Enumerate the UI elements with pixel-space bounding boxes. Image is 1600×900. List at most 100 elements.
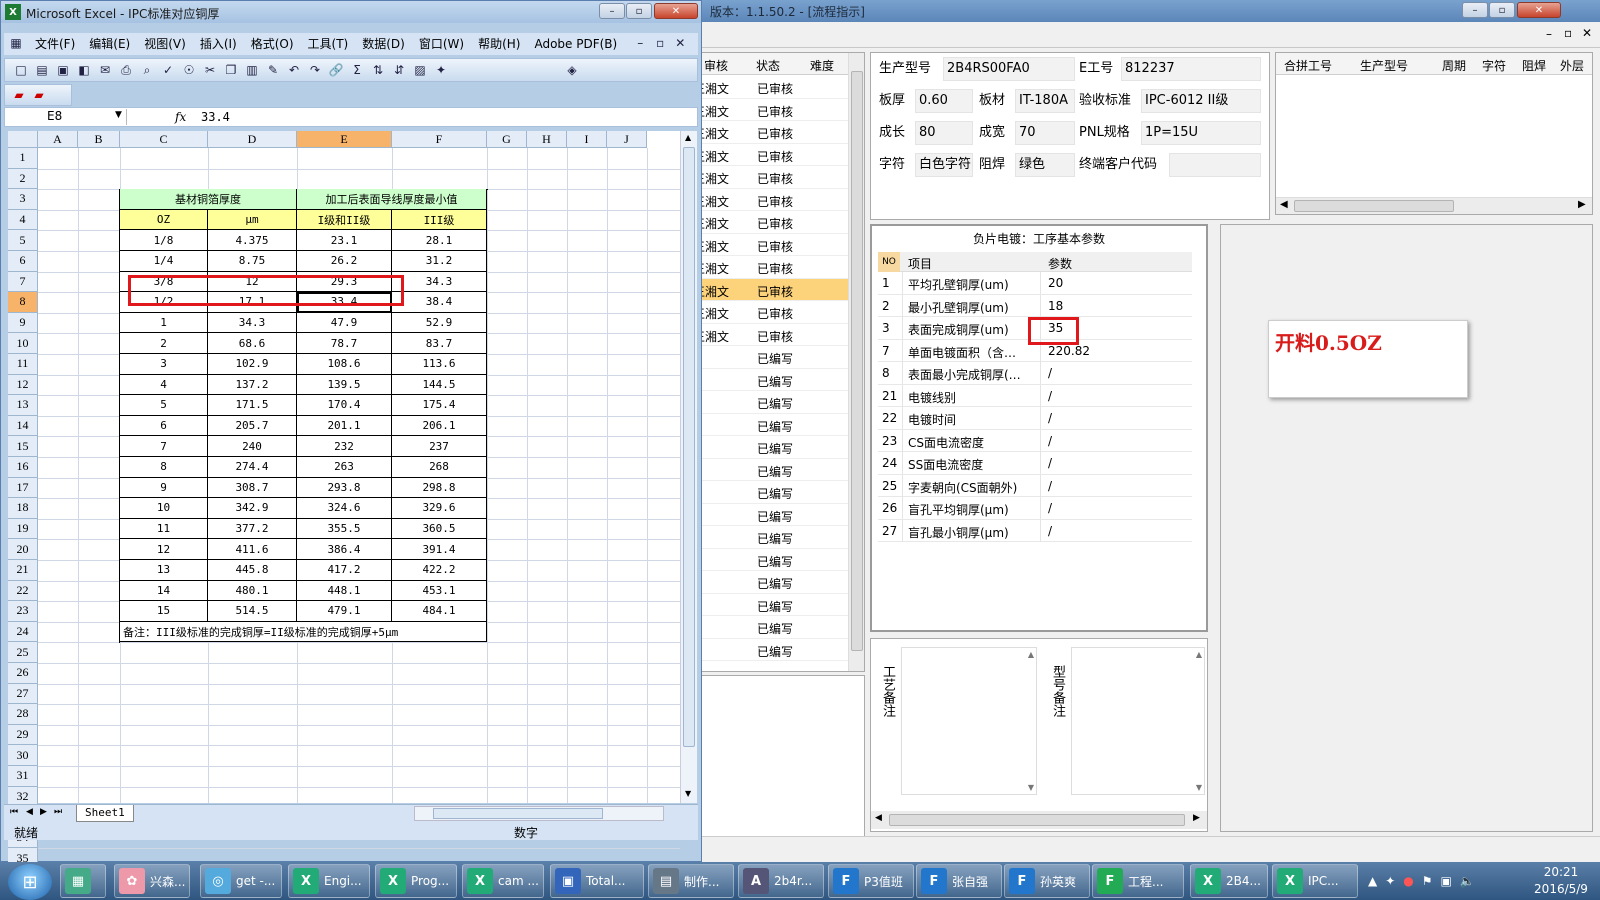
autosum-icon[interactable]: Σ — [347, 60, 367, 80]
col-merge-no[interactable]: 合拼工号 — [1284, 57, 1332, 74]
tray-volume-icon[interactable]: 🔈 — [1460, 874, 1475, 888]
taskbar-item[interactable]: F 张自强 — [916, 864, 1002, 898]
row-header[interactable]: 9 — [8, 312, 38, 334]
table-cell[interactable]: 13 — [120, 560, 208, 581]
table-cell[interactable]: 1/8 — [120, 230, 208, 251]
table-cell[interactable]: 274.4 — [208, 457, 297, 478]
formula-input[interactable]: 33.4 — [201, 110, 230, 124]
mdi-close-icon[interactable]: ✕ — [1582, 26, 1592, 40]
table-cell[interactable]: 4.375 — [208, 230, 297, 251]
table-cell[interactable]: 479.1 — [297, 601, 392, 622]
param-value[interactable]: / — [1048, 479, 1052, 493]
list-item[interactable]: 王湘文 已审核 — [693, 256, 848, 279]
row-header[interactable]: 8 — [8, 292, 38, 313]
col-merge-char[interactable]: 字符 — [1482, 57, 1506, 74]
menu-edit[interactable]: 编辑(E) — [82, 33, 137, 55]
table-cell[interactable]: 38.4 — [392, 292, 487, 313]
row-header[interactable]: 10 — [8, 333, 38, 354]
param-row[interactable]: 27 盲孔最小铜厚(μm) / — [878, 519, 1192, 542]
menu-file[interactable]: 文件(F) — [28, 33, 82, 55]
table-cell[interactable]: 206.1 — [392, 415, 487, 437]
scroll-thumb[interactable] — [889, 814, 1185, 826]
fx-icon[interactable]: fx — [175, 110, 186, 124]
table-cell[interactable]: 1/4 — [120, 251, 208, 272]
column-header[interactable]: D — [208, 131, 297, 148]
table-cell[interactable]: 324.6 — [297, 498, 392, 519]
last-sheet-icon[interactable]: ⏭ — [54, 807, 62, 817]
table-cell[interactable]: 15 — [120, 601, 208, 622]
table-cell[interactable]: 201.1 — [297, 415, 392, 437]
mask-value[interactable]: 绿色 — [1015, 153, 1075, 177]
scroll-down-icon[interactable]: ▼ — [1196, 783, 1202, 792]
table-cell[interactable]: 7 — [120, 436, 208, 457]
param-value[interactable]: / — [1048, 389, 1052, 403]
menu-tools[interactable]: 工具(T) — [301, 33, 356, 55]
row-header[interactable]: 6 — [8, 251, 38, 272]
col-merge-cycle[interactable]: 周期 — [1442, 57, 1466, 74]
model-value[interactable]: 2B4RS00FA0 — [943, 57, 1075, 81]
row-header[interactable]: 11 — [8, 354, 38, 375]
scroll-thumb[interactable] — [433, 808, 603, 819]
sort-asc-icon[interactable]: ⇅ — [368, 60, 388, 80]
column-header[interactable]: F — [392, 131, 487, 148]
name-box-dropdown-icon[interactable]: ▼ — [115, 110, 122, 120]
list-item[interactable]: 已编写 — [701, 504, 848, 526]
tray-security-icon[interactable]: ● — [1403, 874, 1413, 888]
col-merge-mask[interactable]: 阻焊 — [1522, 57, 1546, 74]
taskbar-item[interactable]: A 2b4r... — [738, 864, 824, 898]
table-cell[interactable]: 422.2 — [392, 560, 487, 581]
tray-app-icon[interactable]: ✦ — [1385, 874, 1395, 888]
param-value[interactable]: 220.82 — [1048, 344, 1090, 358]
undo-icon[interactable]: ↶ — [284, 60, 304, 80]
list-item[interactable]: 已编写 — [701, 459, 848, 481]
tray-network-icon[interactable]: ▣ — [1441, 874, 1452, 888]
menu-format[interactable]: 格式(O) — [244, 33, 301, 55]
col-merge-model[interactable]: 生产型号 — [1360, 57, 1408, 74]
param-value[interactable]: / — [1048, 366, 1052, 380]
model-note-box[interactable]: ▲ ▼ — [1071, 647, 1205, 795]
table-cell[interactable]: 26.2 — [297, 251, 392, 272]
print-icon[interactable]: ⎙ — [116, 60, 136, 80]
column-header[interactable]: C — [120, 131, 208, 148]
col-review[interactable]: 审核 — [704, 57, 728, 74]
wid-value[interactable]: 70 — [1015, 121, 1075, 145]
table-cell[interactable]: 355.5 — [297, 518, 392, 540]
column-header[interactable]: I — [567, 131, 607, 148]
row-header[interactable]: 22 — [8, 580, 38, 602]
list-item[interactable]: 已编写 — [701, 346, 848, 369]
column-header[interactable]: H — [527, 131, 567, 148]
list-item[interactable]: 已编写 — [701, 391, 848, 414]
list-item[interactable]: 王湘文 已审核 — [693, 278, 848, 301]
table-cell[interactable]: 308.7 — [208, 477, 297, 499]
print-preview-icon[interactable]: ⌕ — [137, 60, 157, 80]
select-all-corner[interactable] — [8, 131, 38, 148]
taskbar-item[interactable]: ◎ get -... — [200, 864, 282, 898]
table-cell[interactable]: 386.4 — [297, 539, 392, 560]
param-row[interactable]: 8 表面最小完成铜厚(… / — [878, 362, 1192, 385]
table-cell[interactable]: 342.9 — [208, 498, 297, 519]
merge-hscroll[interactable]: ◀ ▶ — [1276, 197, 1592, 214]
row-header[interactable]: 24 — [8, 621, 38, 643]
scroll-thumb[interactable] — [851, 71, 863, 651]
copy-icon[interactable]: ❐ — [221, 60, 241, 80]
table-cell[interactable]: 175.4 — [392, 395, 487, 416]
doc-close-icon[interactable]: ✕ — [670, 33, 690, 53]
row-header[interactable]: 4 — [8, 209, 38, 231]
menu-adobe-pdf[interactable]: Adobe PDF(B) — [527, 33, 624, 55]
row-header[interactable]: 18 — [8, 498, 38, 519]
row-header[interactable]: 27 — [8, 683, 38, 705]
list-item[interactable]: 王湘文 已审核 — [693, 99, 848, 121]
col-status[interactable]: 状态 — [756, 57, 780, 74]
open-icon[interactable]: ▤ — [32, 60, 52, 80]
table-cell[interactable]: 12 — [120, 539, 208, 560]
list-item[interactable]: 王湘文 已审核 — [693, 121, 848, 144]
table-cell[interactable]: 9 — [120, 477, 208, 499]
param-value[interactable]: / — [1048, 456, 1052, 470]
table-cell[interactable]: 360.5 — [392, 518, 487, 540]
list-item[interactable]: 已编写 — [701, 414, 848, 436]
list-item[interactable]: 王湘文 已审核 — [693, 189, 848, 211]
list-item[interactable]: 已编写 — [701, 616, 848, 639]
table-cell[interactable]: 144.5 — [392, 374, 487, 396]
list-item[interactable]: 王湘文 已审核 — [693, 166, 848, 189]
first-sheet-icon[interactable]: ⏮ — [10, 807, 18, 817]
